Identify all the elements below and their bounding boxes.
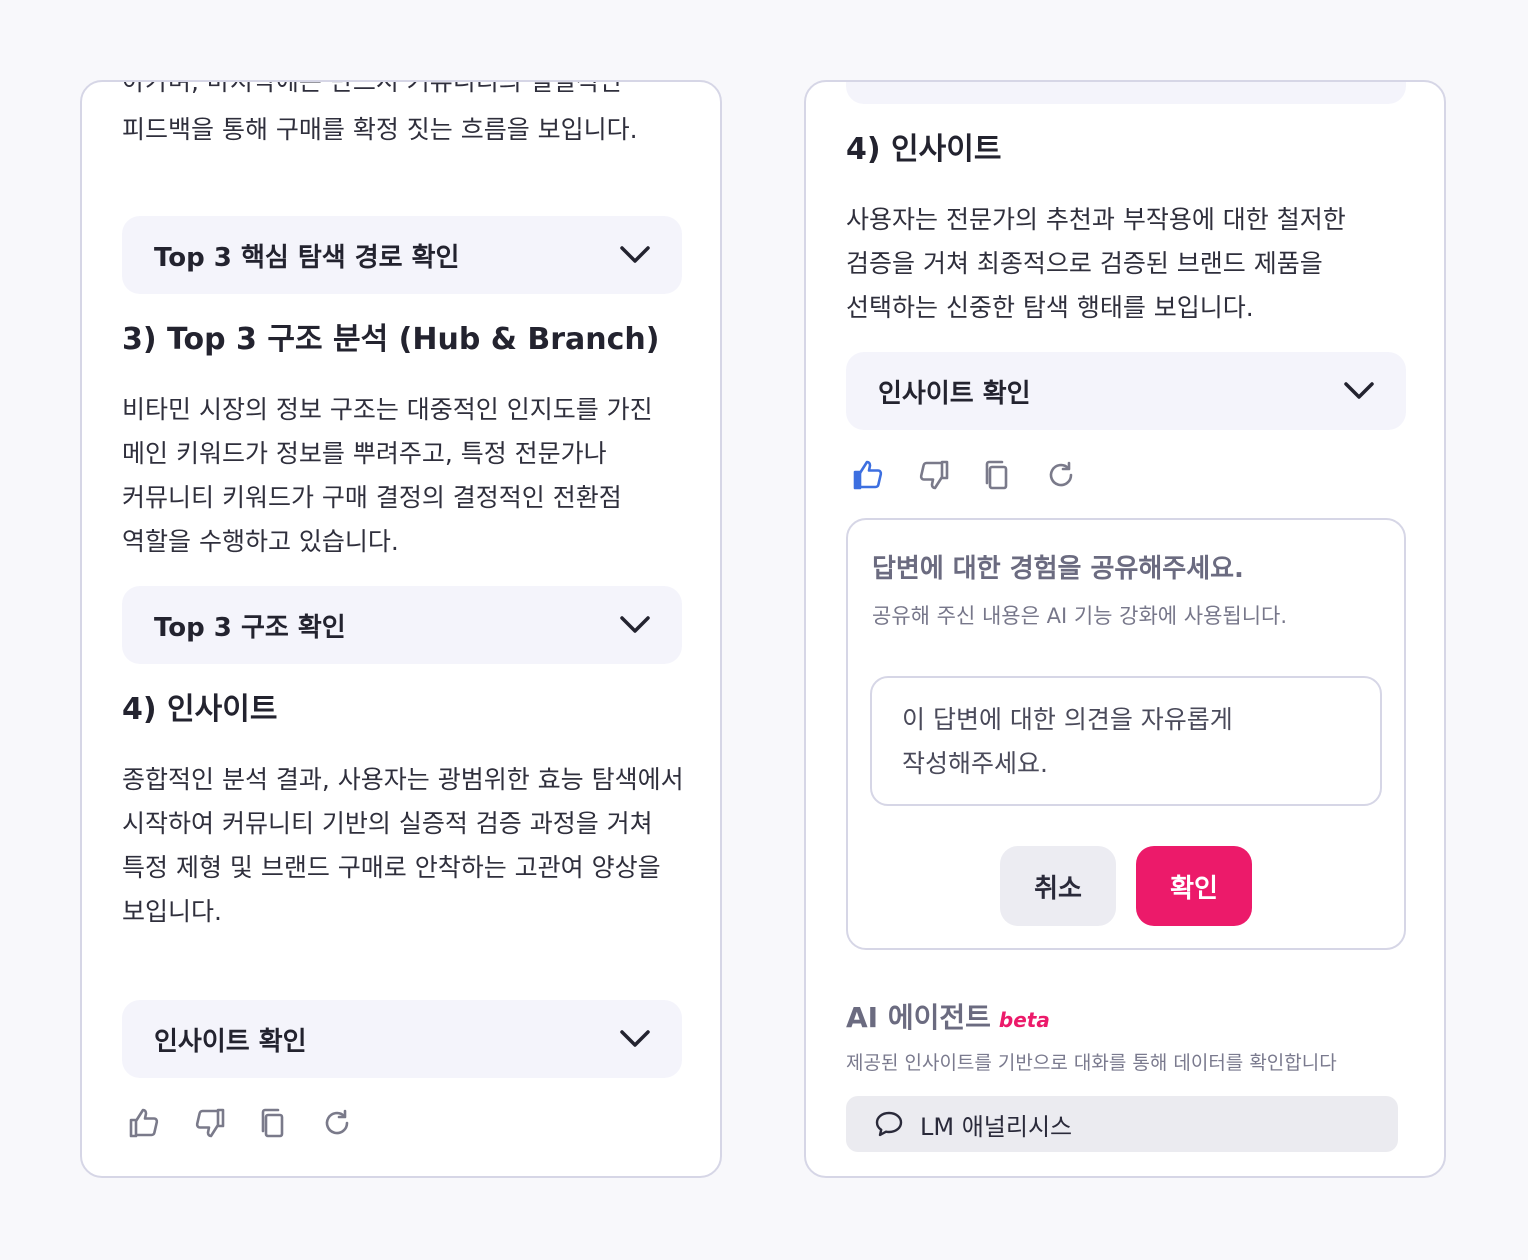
cancel-button[interactable]: 취소 [1000, 846, 1116, 926]
chat-response-panel-right: 4) 인사이트 사용자는 전문가의 추천과 부작용에 대한 철저한 검증을 거쳐… [804, 80, 1446, 1178]
confirm-button[interactable]: 확인 [1136, 846, 1252, 926]
section4-paragraph: 종합적인 분석 결과, 사용자는 광범위한 효능 탐색에서 시작하여 커뮤니티 … [122, 765, 684, 926]
copy-icon[interactable] [256, 1106, 290, 1140]
copy-icon[interactable] [980, 458, 1014, 492]
chat-bubble-icon [875, 1111, 903, 1137]
accordion-top3-paths[interactable]: Top 3 핵심 탐색 경로 확인 [122, 216, 682, 294]
section4-paragraph: 사용자는 전문가의 추천과 부작용에 대한 철저한 검증을 거쳐 최종적으로 검… [846, 205, 1346, 322]
regenerate-icon[interactable] [320, 1106, 354, 1140]
ai-agent-description: 제공된 인사이트를 기반으로 대화를 통해 데이터를 확인합니다 [846, 1052, 1337, 1074]
ai-agent-title-text: AI 에이전트 [846, 1001, 991, 1034]
intro-cutoff-line: 아가며, 마지막에는 반드시 커뮤니티의 실질적인 [122, 80, 622, 96]
feedback-subtitle: 공유해 주신 내용은 AI 기능 강화에 사용됩니다. [872, 604, 1288, 628]
feedback-form: 답변에 대한 경험을 공유해주세요. 공유해 주신 내용은 AI 기능 강화에 … [846, 518, 1406, 950]
thumbs-up-icon[interactable] [852, 458, 886, 492]
section3-paragraph: 비타민 시장의 정보 구조는 대중적인 인지도를 가진 메인 키워드가 정보를 … [122, 395, 653, 556]
chevron-down-icon [1344, 382, 1374, 399]
response-actions [128, 1106, 354, 1140]
section4-heading: 4) 인사이트 [846, 132, 1002, 167]
thumbs-up-icon[interactable] [128, 1106, 162, 1140]
response-actions [852, 458, 1078, 492]
intro-paragraph: 피드백을 통해 구매를 확정 짓는 흐름을 보입니다. [122, 115, 638, 144]
accordion-label: 인사이트 확인 [878, 378, 1031, 409]
regenerate-icon[interactable] [1044, 458, 1078, 492]
accordion-label: Top 3 구조 확인 [154, 612, 346, 643]
lm-analysis-label: LM 애널리시스 [920, 1112, 1073, 1141]
thumbs-down-icon[interactable] [192, 1106, 226, 1140]
accordion-insight[interactable]: 인사이트 확인 [846, 352, 1406, 430]
ai-agent-title: AI 에이전트 beta [846, 996, 1050, 1036]
accordion-top3-structure[interactable]: Top 3 구조 확인 [122, 586, 682, 664]
chevron-down-icon [620, 1030, 650, 1047]
thumbs-down-icon[interactable] [916, 458, 950, 492]
chevron-down-icon [620, 616, 650, 633]
feedback-textarea[interactable]: 이 답변에 대한 의견을 자유롭게 작성해주세요. [870, 676, 1382, 806]
section3-heading: 3) Top 3 구조 분석 (Hub & Branch) [122, 322, 660, 357]
lm-analysis-button[interactable]: LM 애널리시스 [846, 1096, 1398, 1152]
chevron-down-icon [620, 246, 650, 263]
accordion-label: Top 3 핵심 탐색 경로 확인 [154, 242, 460, 273]
accordion-insight[interactable]: 인사이트 확인 [122, 1000, 682, 1078]
feedback-title: 답변에 대한 경험을 공유해주세요. [872, 554, 1244, 584]
accordion-label: 인사이트 확인 [154, 1026, 307, 1057]
collapsed-accordion-cutoff[interactable] [846, 82, 1406, 104]
beta-badge: beta [998, 1008, 1050, 1032]
chat-response-panel-left: 아가며, 마지막에는 반드시 커뮤니티의 실질적인 피드백을 통해 구매를 확정… [80, 80, 722, 1178]
section4-heading: 4) 인사이트 [122, 692, 278, 727]
